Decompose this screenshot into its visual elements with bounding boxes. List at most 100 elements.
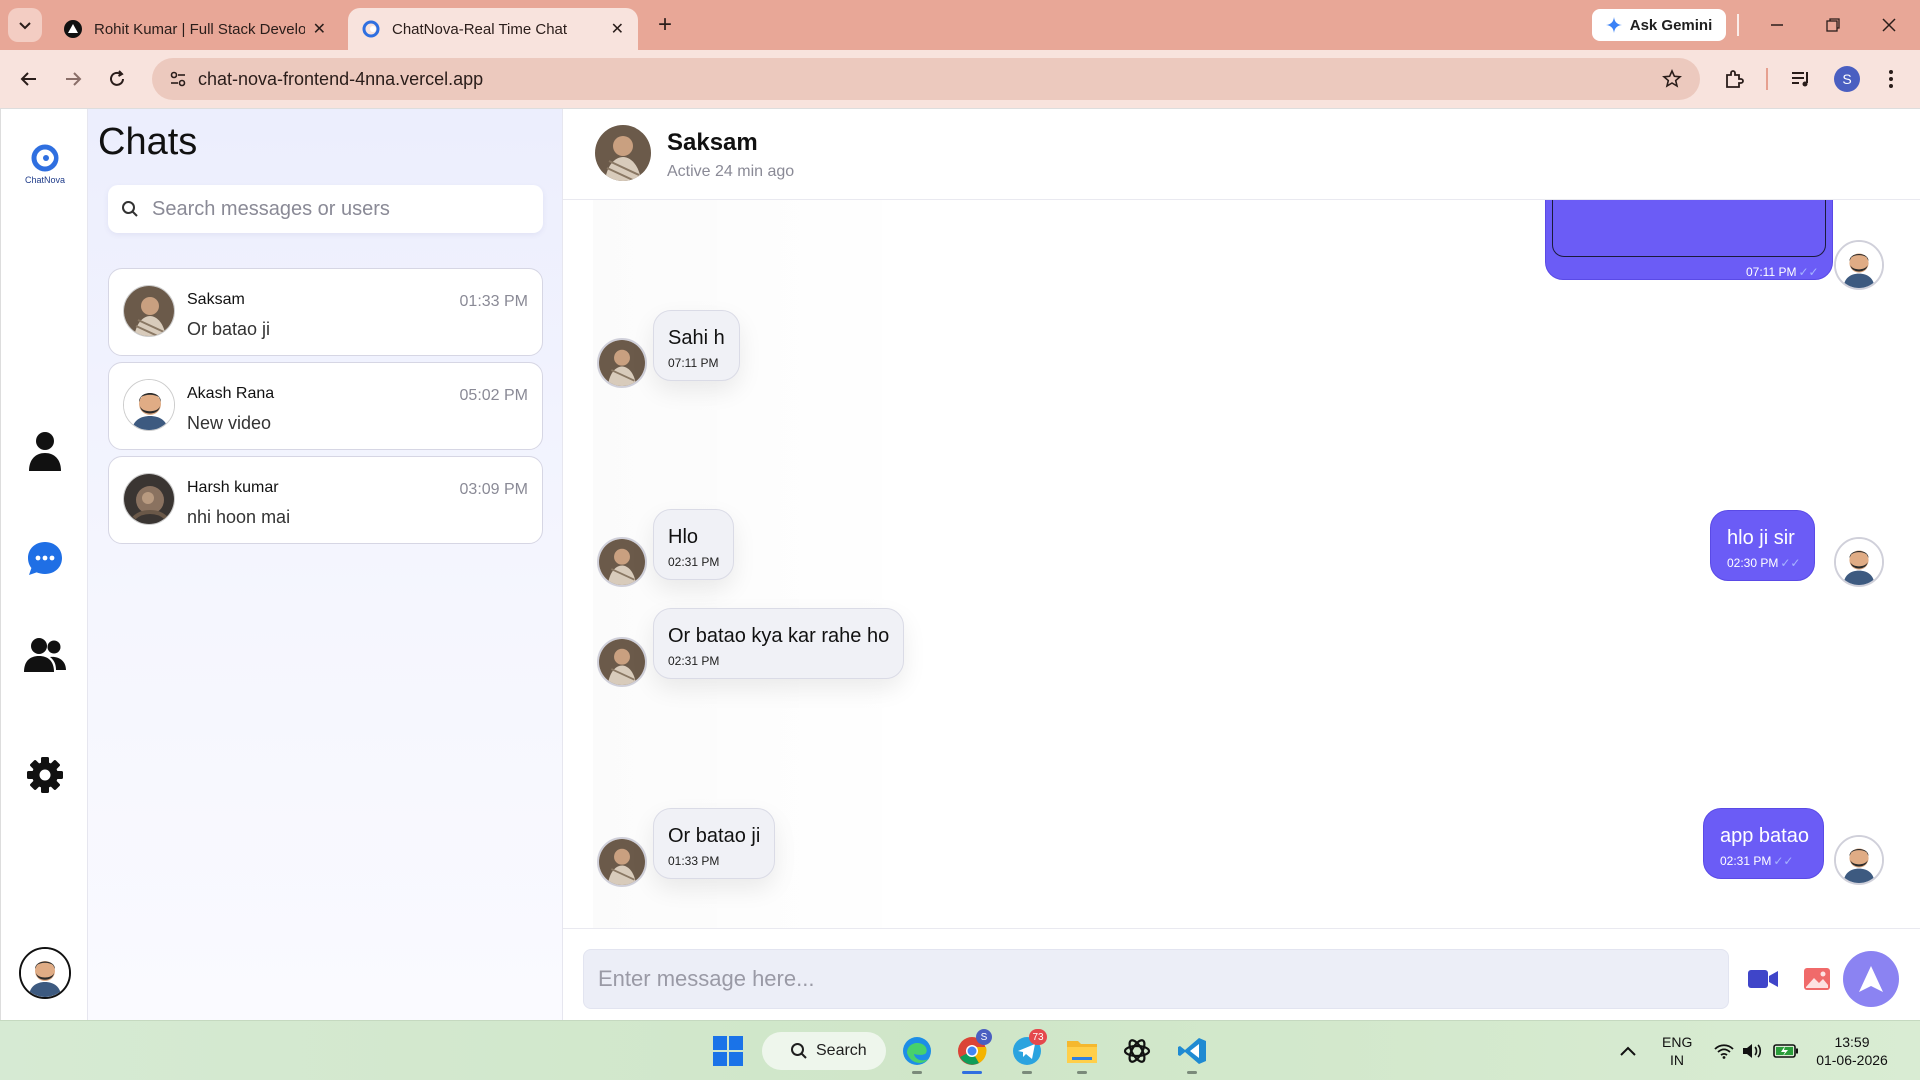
message-time: 02:30 PM <box>1727 556 1779 570</box>
sender-avatar <box>1834 240 1884 290</box>
windows-taskbar: Search S 73 ENG IN 13:59 01-06-2026 <box>0 1020 1920 1080</box>
outgoing-message[interactable]: hlo ji sir 02:30 PM ✓✓ <box>1710 510 1816 581</box>
outgoing-message[interactable]: 07:11 PM ✓✓ <box>1545 200 1833 280</box>
site-settings-icon[interactable] <box>158 58 198 100</box>
gear-icon <box>27 757 63 793</box>
incoming-message[interactable]: Hlo 02:31 PM <box>653 509 735 580</box>
edge-app-button[interactable] <box>897 1031 937 1071</box>
conversation-item[interactable]: Akash Rana New video 05:02 PM <box>108 362 543 450</box>
contact-avatar <box>597 537 647 587</box>
message-meta: 02:31 PM ✓✓ <box>1720 854 1809 868</box>
bookmark-star-icon[interactable] <box>1652 69 1692 89</box>
folder-icon <box>1067 1041 1097 1063</box>
incoming-message[interactable]: Or batao kya kar rahe ho 02:31 PM <box>653 608 905 679</box>
close-icon[interactable]: ✕ <box>313 19 326 39</box>
chatnova-app: ChatNova Chats Saksam <box>0 108 1920 1021</box>
message-text: Sahi h <box>668 327 725 349</box>
new-tab-button[interactable]: + <box>650 10 680 40</box>
message-meta: 07:11 PM ✓✓ <box>1746 265 1819 279</box>
search-icon <box>791 1043 807 1059</box>
saksam-photo-avatar-icon <box>595 125 651 181</box>
conversation-item[interactable]: Saksam Or batao ji 01:33 PM <box>108 268 543 356</box>
chat-bubble-icon <box>28 542 62 575</box>
embedded-media-frame <box>1552 200 1826 257</box>
chat-search <box>108 185 543 233</box>
nav-groups-button[interactable] <box>23 633 67 677</box>
message-time: 07:11 PM <box>1746 265 1797 279</box>
window-close-button[interactable] <box>1866 8 1912 42</box>
search-icon <box>108 200 152 218</box>
tab-title: ChatNova-Real Time Chat <box>392 20 568 38</box>
message-list[interactable]: 07:11 PM ✓✓ Sahi h 07:11 PM hlo ji sir 02… <box>563 200 1920 928</box>
tab-rohit-portfolio[interactable]: Rohit Kumar | Full Stack Develo ✕ <box>50 8 340 50</box>
openai-icon <box>1123 1039 1151 1063</box>
arrow-right-icon <box>66 72 82 86</box>
message-meta: 02:30 PM ✓✓ <box>1727 556 1800 570</box>
send-button[interactable] <box>1843 951 1899 1007</box>
region-code: IN <box>1670 1052 1684 1068</box>
ask-gemini-button[interactable]: Ask Gemini <box>1592 9 1726 41</box>
close-icon[interactable]: ✕ <box>611 19 624 39</box>
message-input[interactable] <box>598 966 1698 992</box>
message-text: app batao <box>1720 825 1809 847</box>
contact-avatar[interactable] <box>595 125 651 181</box>
chatgpt-app-button[interactable] <box>1117 1031 1157 1071</box>
telegram-app-button[interactable]: 73 <box>1007 1029 1047 1071</box>
read-check-icon: ✓✓ <box>1780 556 1801 570</box>
clock-date: 01-06-2026 <box>1816 1052 1888 1068</box>
address-bar[interactable]: chat-nova-frontend-4nna.vercel.app <box>152 58 1700 100</box>
battery-button[interactable] <box>1766 1031 1806 1071</box>
sender-avatar <box>1834 537 1884 587</box>
vscode-app-button[interactable] <box>1172 1031 1212 1071</box>
nav-settings-button[interactable] <box>23 753 67 797</box>
show-hidden-icons-button[interactable] <box>1608 1031 1648 1071</box>
saksam-photo-avatar-icon <box>599 539 645 585</box>
taskbar-search-button[interactable]: Search <box>762 1032 886 1070</box>
start-button[interactable] <box>708 1031 748 1071</box>
search-input[interactable] <box>152 197 522 221</box>
contact-avatar <box>123 473 175 525</box>
read-check-icon: ✓✓ <box>1773 854 1794 868</box>
contact-avatar <box>597 637 647 687</box>
chat-panel: Saksam Active 24 min ago 07:11 PM ✓✓ Sahi… <box>563 109 1920 1021</box>
chat-list-panel: Chats Saksam Or batao ji 01:33 PM Akash … <box>88 109 563 1021</box>
nav-chats-button[interactable] <box>23 537 67 581</box>
minimize-button[interactable] <box>1754 8 1800 42</box>
clock[interactable]: 13:59 01-06-2026 <box>1810 1033 1894 1069</box>
nav-profile-button[interactable] <box>23 429 67 473</box>
chat-contact-name: Saksam <box>667 129 758 156</box>
browser-profile-avatar[interactable]: S <box>1834 66 1860 92</box>
my-profile-avatar[interactable] <box>19 947 71 999</box>
tab-search-button[interactable] <box>8 8 42 42</box>
chatnova-logo-icon <box>31 144 59 172</box>
forward-button[interactable] <box>56 62 90 96</box>
message-text: hlo ji sir <box>1727 527 1795 549</box>
toolbar-divider <box>1766 68 1768 90</box>
last-message: New video <box>187 413 272 433</box>
message-time: 02:31 PM <box>668 654 720 668</box>
file-explorer-button[interactable] <box>1062 1031 1102 1071</box>
message-text: Or batao kya kar rahe ho <box>668 625 890 647</box>
message-time: 07:11 PM <box>668 356 719 370</box>
extensions-button[interactable] <box>1717 62 1751 96</box>
conversation-item[interactable]: Harsh kumar nhi hoon mai 03:09 PM <box>108 456 543 544</box>
back-button[interactable] <box>12 62 46 96</box>
tab-chatnova[interactable]: ChatNova-Real Time Chat ✕ <box>348 8 638 50</box>
media-controls-button[interactable] <box>1784 62 1818 96</box>
video-call-button[interactable] <box>1745 961 1781 997</box>
language-code: ENG <box>1662 1034 1693 1050</box>
reload-button[interactable] <box>100 62 134 96</box>
outgoing-message[interactable]: app batao 02:31 PM ✓✓ <box>1703 808 1824 879</box>
chrome-app-button[interactable]: S <box>952 1029 992 1071</box>
language-indicator[interactable]: ENG IN <box>1662 1033 1692 1069</box>
restore-button[interactable] <box>1810 8 1856 42</box>
contact-name: Harsh kumar <box>187 479 279 496</box>
attach-image-button[interactable] <box>1799 961 1835 997</box>
incoming-message[interactable]: Sahi h 07:11 PM <box>653 310 740 381</box>
chatnova-logo[interactable]: ChatNova <box>21 143 69 191</box>
message-composer <box>563 928 1920 1021</box>
incoming-message[interactable]: Or batao ji 01:33 PM <box>653 808 776 879</box>
last-message: Or batao ji <box>187 319 271 339</box>
battery-charging-icon <box>1773 1044 1798 1058</box>
browser-menu-button[interactable] <box>1874 62 1908 96</box>
